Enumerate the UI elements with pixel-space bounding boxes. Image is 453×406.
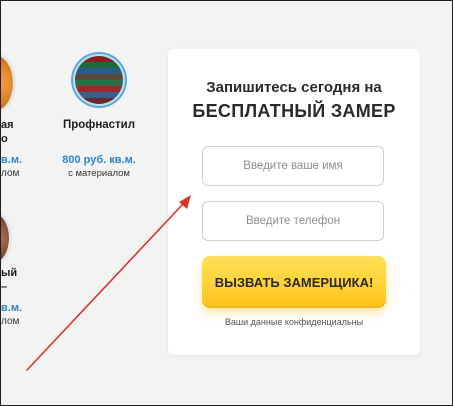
product-price-fragment: в.м. [1,302,23,314]
product-name-fragment: ая [1,119,14,131]
product-thumbnail [1,213,9,263]
privacy-note: Ваши данные конфиденциальны [224,317,364,327]
product-sub-fragment: лом [1,168,20,179]
form-title: Запишитесь сегодня на [206,79,382,96]
page-frame: ая о в.м. лом Профнастил 800 руб. кв.м. … [0,0,453,406]
phone-input[interactable] [202,201,384,241]
profnastil-thumbnail[interactable] [73,54,125,106]
product-price: 800 руб. кв.м. [62,154,136,166]
product-name: Профнастил [62,119,136,131]
product-name-fragment: ый [1,267,18,279]
product-name-fragment: – [1,281,8,293]
product-price-fragment: в.м. [1,154,23,166]
call-measurer-button[interactable]: ВЫЗВАТЬ ЗАМЕРЩИКА! [202,256,386,308]
arrow-line [26,203,184,371]
name-input[interactable] [202,146,384,186]
form-subtitle: БЕСПЛАТНЫЙ ЗАМЕР [192,101,396,121]
product-sub-fragment: лом [1,316,20,327]
product-sub: с материалом [68,168,130,179]
profnastil-image [75,56,123,104]
signup-form-card: Запишитесь сегодня на БЕСПЛАТНЫЙ ЗАМЕР В… [168,49,420,355]
product-thumbnail [1,56,13,110]
product-name-fragment: о [1,133,8,145]
